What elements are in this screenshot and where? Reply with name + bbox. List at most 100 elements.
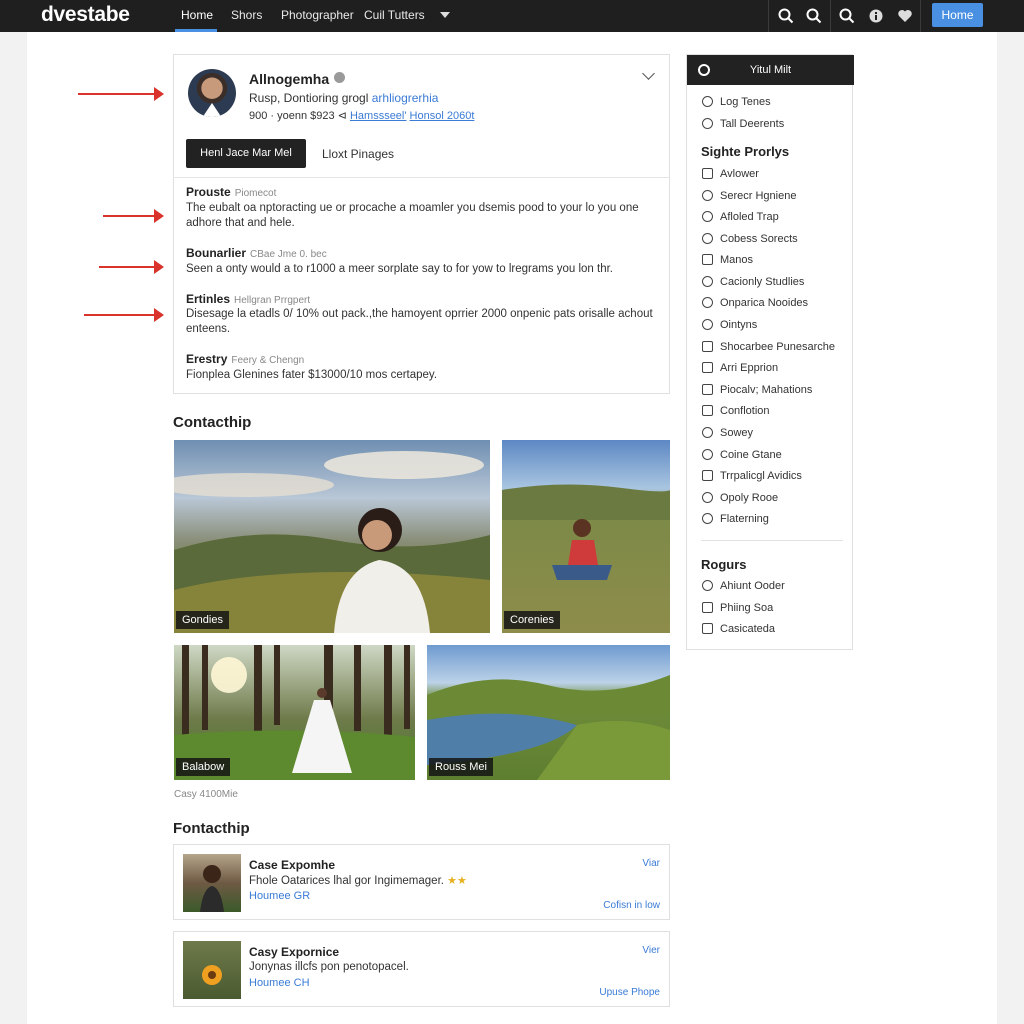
sidebar-item[interactable]: Casicateda [702,623,775,635]
tag-icon [702,190,713,201]
image-icon [702,362,713,373]
thumbnail[interactable] [183,941,241,999]
sidebar-item[interactable]: Phiing Soa [702,602,773,614]
list-item[interactable]: Case Expomhe Fhole Oatarices lhal gor In… [173,844,670,920]
nav-divider [830,0,831,32]
profile-card: Allnogemha Rusp, Dontioring grogl arhlio… [173,54,670,394]
star-icon [702,449,713,460]
pin-icon [702,118,713,129]
list-item-text: Jonynas illcfs pon penotopacel. [249,961,409,973]
sidebar-item[interactable]: Ointyns [702,319,757,331]
section-tag: CBae Jme 0. bec [250,249,327,260]
calendar-icon [702,384,713,395]
chevron-down-icon[interactable] [642,67,655,80]
sidebar-section-title: Rogurs [701,557,747,572]
tag-icon [702,602,713,613]
sidebar-item[interactable]: Shocarbee Punesarche [702,341,835,353]
nav-cuil-tutters[interactable]: Cuil Tutters [364,8,425,22]
sidebar-divider [701,540,843,541]
list-item-action-link[interactable]: Cofisn in low [603,900,660,911]
nav-photographer[interactable]: Photographer [281,8,354,22]
gallery-photo[interactable]: Rouss Mei [427,645,670,780]
gallery-photo[interactable]: Corenies [502,440,670,633]
list-item-title: Case Expomhe [249,858,336,872]
top-navbar: dvestabe Home Shors Photographer Cuil Tu… [0,0,1024,32]
clock-icon [702,427,713,438]
sidebar-section-title: Sighte Prorlys [701,144,790,159]
heart-icon [702,276,713,287]
edit-icon [702,341,713,352]
search-icon[interactable] [777,7,795,25]
circle-icon [702,319,713,330]
list-item-text: Fhole Oatarices lhal gor Ingimemager. ★★ [249,875,467,887]
nav-divider [768,0,769,32]
sidebar-item[interactable]: Ahiunt Ooder [702,580,785,592]
profile-meta-link[interactable]: Hamssseel' [350,110,407,122]
sidebar-item[interactable]: Sowey [702,427,753,439]
nav-shors[interactable]: Shors [231,8,262,22]
list-item[interactable]: Casy Expornice Jonynas illcfs pon penoto… [173,931,670,1007]
section-title: Prouste Piomecot [186,185,277,199]
profile-subtitle-link[interactable]: arhliogrerhia [372,91,439,105]
divider [174,177,669,178]
gallery-photo[interactable]: Balabow [174,645,415,780]
photo-caption: Corenies [504,611,561,629]
sidebar-item[interactable]: Coine Gtane [702,449,782,461]
sidebar-item[interactable]: Opoly Rooe [702,492,778,504]
sidebar-item[interactable]: Flaterning [702,513,769,525]
list-item-link[interactable]: Houmee GR [249,890,310,902]
lock-icon [702,580,713,591]
nav-divider [920,0,921,32]
section-text: Seen a onty would a to r1000 a meer sorp… [186,263,614,275]
sidebar-item[interactable]: Manos [702,254,753,266]
sidebar-item[interactable]: Trrpalicgl Avidics [702,470,802,482]
rating-stars-icon: ★★ [447,875,467,887]
profile-subtitle: Rusp, Dontioring grogl arhliogrerhia [249,91,438,105]
sidebar-item[interactable]: Cobess Sorects [702,233,798,245]
list-heading: Fontacthip [173,820,250,837]
gear-icon[interactable] [698,64,710,76]
compass-icon [702,233,713,244]
info-icon[interactable] [867,7,885,25]
site-logo[interactable]: dvestabe [41,3,130,27]
section-tag: Hellgran Prrgpert [234,295,311,306]
photo-caption: Balabow [176,758,231,776]
view-link[interactable]: Vier [642,945,660,956]
portrait-photo-art [174,451,490,633]
thumbnail[interactable] [183,854,241,912]
nav-home[interactable]: Home [181,8,213,22]
chart-icon [702,470,713,481]
gallery-photo[interactable]: Gondies [174,440,490,633]
primary-action-button[interactable]: Henl Jace Mar Mel [186,139,306,168]
profile-meta-text: 900 · yoenn $923 ⊲ [249,110,350,122]
photo-caption: Gondies [176,611,229,629]
annotation-arrow [78,87,164,101]
sidebar-item[interactable]: Afloled Trap [702,211,779,223]
list-item-link[interactable]: Houmee CH [249,977,310,989]
list-icon [702,168,713,179]
avatar[interactable] [188,69,236,117]
sidebar-item-log-tenes[interactable]: Log Tenes [702,96,771,108]
sidebar-item-tall-deerents[interactable]: Tall Deerents [702,118,784,130]
sidebar-item[interactable]: Avlower [702,168,759,180]
sidebar-item[interactable]: Onparica Nooides [702,297,808,309]
search-icon[interactable] [838,7,856,25]
document-icon [702,623,713,634]
section-title: Ertinles Hellgran Prrgpert [186,292,311,306]
search-icon[interactable] [805,7,823,25]
gallery-heading: Contacthip [173,414,252,431]
sidebar-item[interactable]: Conflotion [702,405,770,417]
home-button[interactable]: Home [932,3,983,27]
view-link[interactable]: Viar [642,858,660,869]
profile-meta-link[interactable]: Honsol 2060t [410,110,475,122]
field-photo-art [502,484,670,580]
sidebar-item[interactable]: Arri Epprion [702,362,778,374]
annotation-arrow [84,308,164,322]
secondary-action-button[interactable]: Lloxt Pinages [322,147,394,161]
sidebar-item[interactable]: Serecr Hgniene [702,190,796,202]
sidebar-item[interactable]: Cacionly Studlies [702,276,804,288]
list-item-action-link[interactable]: Upuse Phope [599,987,660,998]
sidebar-item[interactable]: Piocalv; Mahations [702,384,812,396]
nav-dropdown-caret-icon[interactable] [440,12,450,18]
heart-icon[interactable] [896,7,914,25]
